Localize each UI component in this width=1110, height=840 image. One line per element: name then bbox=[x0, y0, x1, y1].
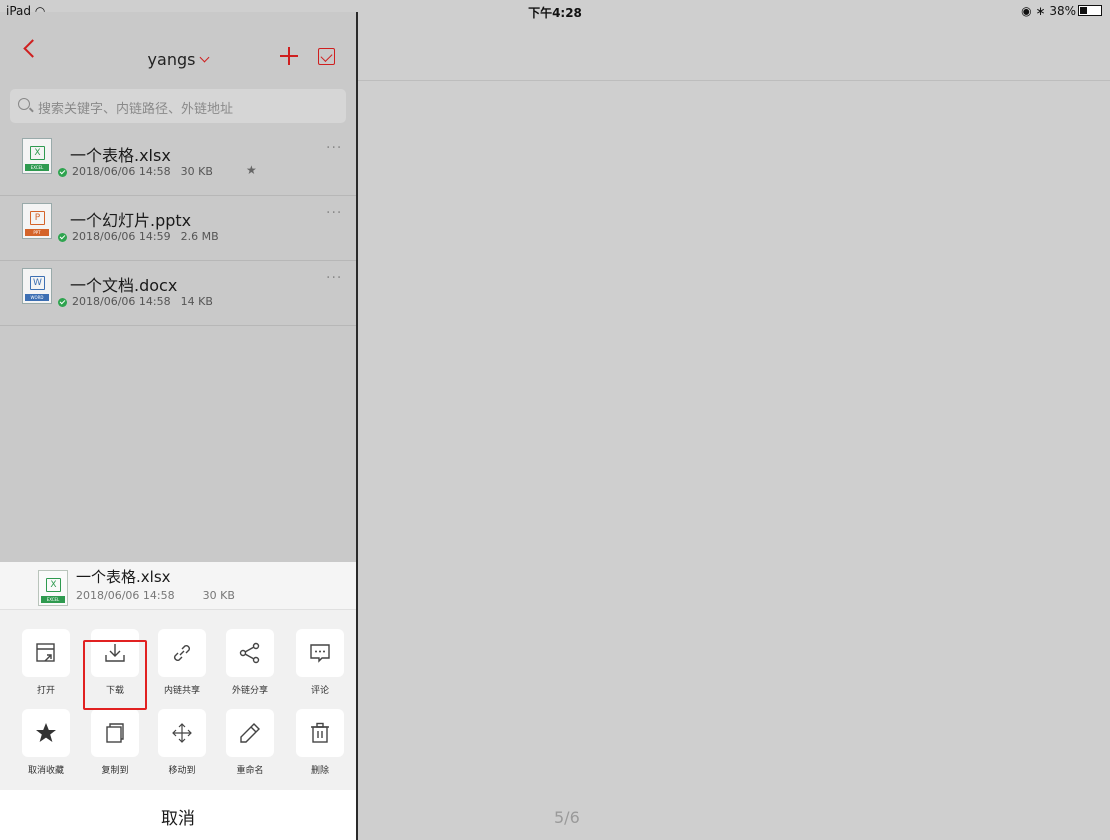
more-icon[interactable]: ··· bbox=[326, 140, 342, 156]
delete-button[interactable]: 删除 bbox=[290, 709, 350, 776]
file-row[interactable]: X EXCEL 一个表格.xlsx 2018/06/06 14:58 30 KB ★… bbox=[0, 130, 356, 196]
cancel-button[interactable]: 取消 bbox=[0, 790, 356, 840]
open-label: 打开 bbox=[36, 686, 55, 696]
folder-title[interactable]: yangs bbox=[0, 50, 356, 69]
chevron-down-icon bbox=[200, 52, 210, 63]
excel-file-icon: X EXCEL bbox=[38, 570, 68, 606]
copy-icon bbox=[106, 723, 124, 743]
pencil-icon bbox=[240, 723, 260, 743]
comment-label: 评论 bbox=[310, 686, 329, 696]
status-time: 下午4:28 bbox=[528, 6, 582, 20]
synced-icon bbox=[58, 298, 67, 307]
sheet-file-date: 2018/06/06 14:58 bbox=[76, 589, 175, 602]
battery-percent: 38% bbox=[1049, 4, 1076, 18]
highlight-box bbox=[83, 640, 147, 710]
file-date: 2018/06/06 14:59 bbox=[72, 230, 171, 243]
select-icon[interactable] bbox=[318, 48, 335, 65]
search-icon bbox=[18, 98, 30, 110]
star-icon bbox=[36, 723, 56, 742]
link-icon bbox=[174, 645, 190, 661]
ppt-file-icon: P PPT bbox=[22, 203, 52, 239]
file-row[interactable]: P PPT 一个幻灯片.pptx 2018/06/06 14:59 2.6 MB ·… bbox=[0, 195, 356, 261]
internal-link-share-label: 内链共享 bbox=[163, 686, 200, 696]
comment-icon bbox=[310, 644, 330, 663]
word-file-icon: W WORD bbox=[22, 268, 52, 304]
sheet-file-size: 30 KB bbox=[202, 589, 235, 602]
file-size: 14 KB bbox=[180, 295, 213, 308]
move-icon bbox=[172, 723, 192, 743]
detail-header bbox=[357, 12, 1110, 81]
nav-bar: yangs bbox=[0, 12, 356, 80]
search-placeholder: 搜索关键字、内链路径、外链地址 bbox=[38, 102, 234, 117]
battery-icon bbox=[1078, 5, 1102, 16]
move-to-button[interactable]: 移动到 bbox=[152, 709, 212, 776]
comment-button[interactable]: 评论 bbox=[290, 629, 350, 696]
file-size: 2.6 MB bbox=[180, 230, 219, 243]
detail-pane: 5/6 bbox=[357, 12, 1110, 840]
unfavorite-label: 取消收藏 bbox=[27, 766, 64, 776]
share-icon bbox=[239, 642, 260, 664]
excel-file-icon: X EXCEL bbox=[22, 138, 52, 174]
cancel-label: 取消 bbox=[161, 809, 195, 829]
delete-label: 删除 bbox=[310, 766, 329, 776]
file-name: 一个文档.docx bbox=[70, 276, 178, 295]
copy-to-label: 复制到 bbox=[101, 766, 129, 776]
more-icon[interactable]: ··· bbox=[326, 205, 342, 221]
file-date: 2018/06/06 14:58 bbox=[72, 165, 171, 178]
bluetooth-icon: ∗ bbox=[1035, 4, 1046, 18]
file-date: 2018/06/06 14:58 bbox=[72, 295, 171, 308]
folder-title-label: yangs bbox=[147, 50, 196, 69]
external-share-button[interactable]: 外链分享 bbox=[220, 629, 280, 696]
search-input[interactable]: 搜索关键字、内链路径、外链地址 bbox=[10, 89, 346, 123]
lock-rotation-icon: ◉ bbox=[1021, 4, 1032, 18]
open-icon bbox=[36, 643, 55, 662]
synced-icon bbox=[58, 233, 67, 242]
page-indicator: 5/6 bbox=[554, 808, 580, 827]
unfavorite-button[interactable]: 取消收藏 bbox=[16, 709, 76, 776]
file-name: 一个幻灯片.pptx bbox=[70, 211, 192, 230]
file-row[interactable]: W WORD 一个文档.docx 2018/06/06 14:58 14 KB ··… bbox=[0, 260, 356, 326]
status-bar: iPad ◠ 下午4:28 ◉ ∗ 38% bbox=[0, 0, 1110, 22]
copy-to-button[interactable]: 复制到 bbox=[85, 709, 145, 776]
internal-link-share-button[interactable]: 内链共享 bbox=[152, 629, 212, 696]
favorite-star-icon: ★ bbox=[246, 163, 257, 177]
trash-icon bbox=[311, 722, 329, 743]
rename-label: 重命名 bbox=[236, 766, 264, 776]
more-icon[interactable]: ··· bbox=[326, 270, 342, 286]
external-share-label: 外链分享 bbox=[231, 686, 268, 696]
rename-button[interactable]: 重命名 bbox=[220, 709, 280, 776]
synced-icon bbox=[58, 168, 67, 177]
file-name: 一个表格.xlsx bbox=[70, 146, 171, 165]
sheet-file-name: 一个表格.xlsx bbox=[76, 568, 171, 586]
action-sheet-header: X EXCEL 一个表格.xlsx 2018/06/06 14:58 30 KB bbox=[0, 562, 356, 610]
file-size: 30 KB bbox=[180, 165, 213, 178]
move-to-label: 移动到 bbox=[168, 766, 196, 776]
file-list-pane: yangs 搜索关键字、内链路径、外链地址 X EXCEL 一个表格.xlsx 2… bbox=[0, 12, 358, 840]
add-icon[interactable] bbox=[280, 47, 298, 65]
open-button[interactable]: 打开 bbox=[16, 629, 76, 696]
